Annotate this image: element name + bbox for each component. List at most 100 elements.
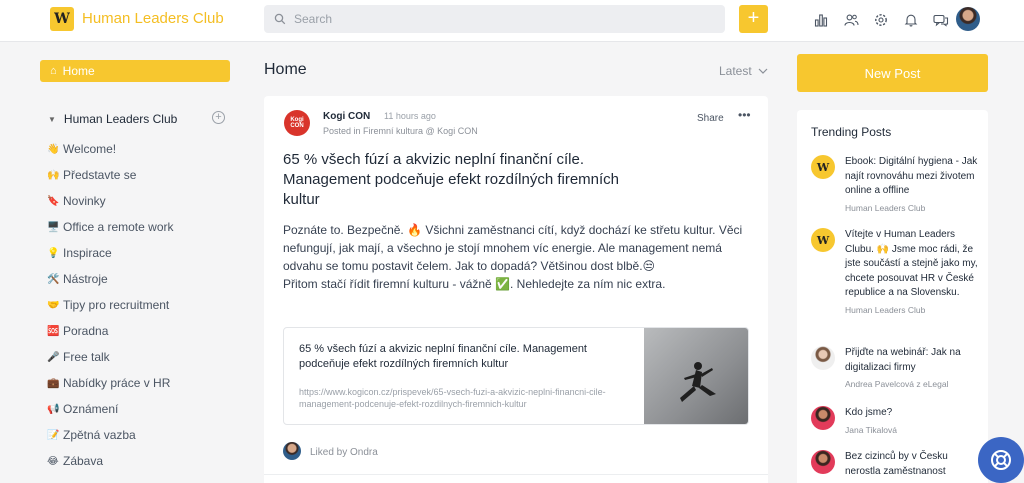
trending-item-source: Jana Tikalová — [845, 424, 897, 435]
post-body-paragraph: Přitom stačí řídit firemní kulturu - váž… — [283, 277, 666, 291]
lightbulb-icon: 💡 — [47, 247, 60, 259]
sidebar-item-label: Welcome! — [63, 142, 117, 156]
sidebar-item-label: Home — [62, 64, 95, 78]
posted-in[interactable]: Posted in Firemní kultura @ Kogi CON — [323, 126, 478, 136]
add-space-icon[interactable]: + — [212, 111, 225, 124]
trending-item-title: Vítejte v Human Leaders Clubu. 🙌 Jsme mo… — [845, 229, 978, 298]
sidebar-item-oznameni[interactable]: 📢 Oznámení — [47, 396, 173, 422]
author-avatar — [811, 450, 835, 474]
trending-item-title: Bez cizinců by v Česku nerostla zaměstna… — [845, 451, 948, 477]
sidebar-item-label: Inspirace — [63, 246, 112, 260]
sidebar-item-novinky[interactable]: 🔖 Novinky — [47, 188, 173, 214]
trending-item-source: Human Leaders Club — [845, 202, 926, 213]
chevron-down-icon — [758, 68, 768, 74]
post-card: Kogi CON Kogi CON 11 hours ago Posted in… — [264, 96, 768, 483]
members-icon[interactable] — [836, 10, 866, 30]
sidebar-item-tipy-recruitment[interactable]: 🤝 Tipy pro recruitment — [47, 292, 173, 318]
new-post-button[interactable]: New Post — [797, 54, 988, 92]
trending-item-title: Přijďte na webinář: Jak na digitalizaci … — [845, 347, 961, 373]
sidebar-item-inspirace[interactable]: 💡 Inspirace — [47, 240, 173, 266]
sidebar-item-label: Představte se — [63, 168, 137, 182]
sidebar-item-label: Oznámení — [63, 402, 119, 416]
sidebar-item-poradna[interactable]: 🆘 Poradna — [47, 318, 173, 344]
briefcase-icon: 💼 — [47, 377, 60, 389]
home-icon: ⌂ — [50, 65, 57, 77]
post-author[interactable]: Kogi CON — [323, 111, 370, 122]
post-time: 11 hours ago — [384, 111, 436, 121]
sidebar-item-nastroje[interactable]: 🛠️ Nástroje — [47, 266, 173, 292]
collapse-triangle-icon[interactable]: ▼ — [48, 115, 56, 124]
memo-icon: 📝 — [47, 429, 60, 441]
sidebar-item-label: Novinky — [63, 194, 106, 208]
sidebar-item-label: Nástroje — [63, 272, 108, 286]
brand-name[interactable]: Human Leaders Club — [82, 10, 224, 27]
sidebar-item-label: Poradna — [63, 324, 109, 338]
liker-avatar[interactable] — [283, 442, 301, 460]
sidebar-item-label: Office a remote work — [63, 220, 174, 234]
share-button[interactable]: Share — [697, 113, 724, 124]
liked-by[interactable]: Liked by Ondra — [310, 447, 378, 458]
divider — [264, 474, 768, 475]
club-logo[interactable]: W — [50, 7, 74, 31]
sidebar-item-nabidky-prace[interactable]: 💼 Nabídky práce v HR — [47, 370, 173, 396]
bell-icon[interactable] — [896, 10, 926, 30]
trending-title: Trending Posts — [811, 125, 892, 139]
microphone-icon: 🎤 — [47, 351, 60, 363]
sort-label: Latest — [719, 64, 752, 78]
post-body-paragraph: Poznáte to. Bezpečně. 🔥 Všichni zaměstna… — [283, 223, 743, 273]
raised-hands-icon: 🙌 — [47, 169, 60, 181]
sos-icon: 🆘 — [47, 325, 60, 337]
author-avatar[interactable]: Kogi CON — [284, 110, 310, 136]
search-input[interactable] — [294, 12, 694, 26]
link-preview-url: https://www.kogicon.cz/prispevek/65-vsec… — [299, 387, 606, 409]
sidebar-item-zpetna-vazba[interactable]: 📝 Zpětná vazba — [47, 422, 173, 448]
search-bar[interactable] — [264, 5, 725, 33]
handshake-icon: 🤝 — [47, 299, 60, 311]
sidebar-item-label: Zpětná vazba — [63, 428, 136, 442]
more-options-icon[interactable]: ••• — [738, 108, 751, 122]
megaphone-icon: 📢 — [47, 403, 60, 415]
link-preview-title: 65 % všech fúzí a akvizic neplní finančn… — [299, 343, 587, 370]
sidebar-item-free-talk[interactable]: 🎤 Free talk — [47, 344, 173, 370]
post-body: Poznáte to. Bezpečně. 🔥 Všichni zaměstna… — [283, 221, 753, 293]
sidebar-item-label: Free talk — [63, 350, 110, 364]
wave-icon: 👋 — [47, 143, 60, 155]
add-button[interactable]: + — [739, 5, 768, 33]
sidebar-item-zabava[interactable]: 😂 Zábava — [47, 448, 173, 474]
help-button[interactable] — [978, 437, 1024, 483]
settings-icon[interactable] — [866, 10, 896, 30]
sidebar-item-home[interactable]: ⌂ Home — [40, 60, 230, 82]
link-preview-image — [644, 328, 748, 424]
sidebar-item-predstavte-se[interactable]: 🙌 Představte se — [47, 162, 173, 188]
group-header[interactable]: ▼ Human Leaders Club + — [48, 111, 228, 126]
link-preview[interactable]: 65 % všech fúzí a akvizic neplní finančn… — [283, 327, 749, 425]
author-avatar — [811, 406, 835, 430]
jumping-businessman-image — [680, 362, 716, 402]
bookmark-icon: 🔖 — [47, 195, 60, 207]
sort-dropdown[interactable]: Latest — [719, 64, 768, 78]
page-title: Home — [264, 61, 307, 78]
top-bar: W Human Leaders Club + — [0, 0, 1024, 42]
group-title: Human Leaders Club — [63, 112, 178, 126]
club-logo-icon: W — [811, 228, 835, 252]
post-title[interactable]: 65 % všech fúzí a akvizic neplní finančn… — [283, 150, 653, 210]
search-icon — [274, 13, 286, 25]
trending-posts-panel: Trending Posts W Ebook: Digitální hygien… — [797, 110, 988, 483]
sidebar-item-label: Tipy pro recruitment — [63, 298, 170, 312]
trending-item-title: Kdo jsme? — [845, 407, 893, 418]
trending-item-source: Andrea Pavelcová z eLegal — [845, 379, 949, 389]
sidebar-item-label: Zábava — [63, 454, 104, 468]
sidebar-item-office-remote[interactable]: 🖥️ Office a remote work — [47, 214, 173, 240]
space-list: 👋 Welcome! 🙌 Představte se 🔖 Novinky 🖥️ Offi… — [47, 136, 173, 474]
trending-item-title: Ebook: Digitální hygiena - Jak najít rov… — [845, 156, 978, 196]
sidebar-item-label: Nabídky práce v HR — [63, 376, 171, 390]
sidebar-item-welcome[interactable]: 👋 Welcome! — [47, 136, 173, 162]
tools-icon: 🛠️ — [47, 273, 60, 285]
laughing-face-icon: 😂 — [47, 455, 59, 467]
club-logo-icon: W — [811, 155, 835, 179]
user-avatar[interactable] — [956, 7, 980, 31]
author-avatar — [811, 346, 835, 370]
trending-item-source: Human Leaders Club — [845, 304, 926, 315]
messages-icon[interactable] — [926, 10, 956, 30]
chart-icon[interactable] — [806, 10, 836, 30]
